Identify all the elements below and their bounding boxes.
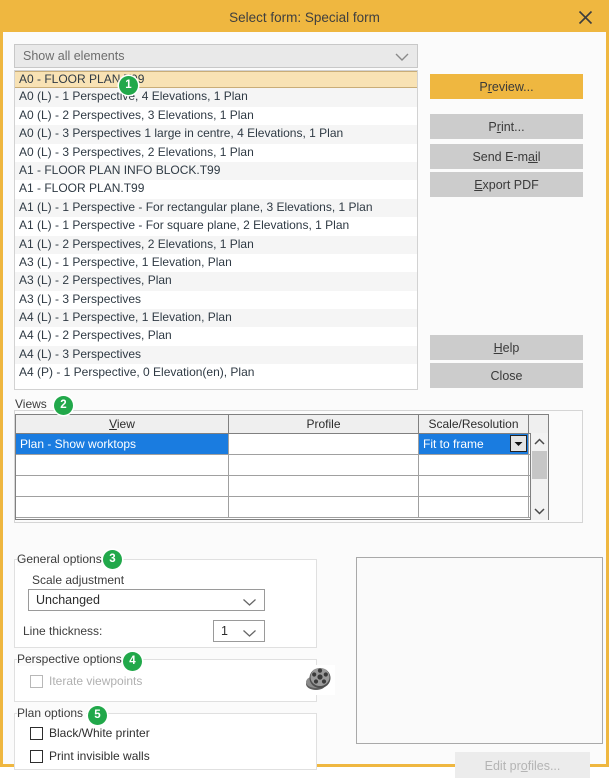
form-list-item[interactable]: A0 (L) - 2 Perspectives, 3 Elevations, 1… (15, 106, 417, 126)
scale-adjustment-dropdown[interactable]: Unchanged (28, 589, 265, 611)
checkbox-box (30, 749, 43, 763)
dialog-titlebar: Select form: Special form (3, 3, 606, 32)
form-list-item[interactable]: A3 (L) - 2 Perspectives, Plan (15, 272, 417, 291)
help-button[interactable]: Help (430, 335, 583, 360)
cell-view[interactable] (16, 476, 229, 496)
print-invisible-walls-checkbox[interactable]: Print invisible walls (30, 749, 150, 763)
scrollbar-thumb[interactable] (532, 451, 547, 479)
chevron-down-icon[interactable] (531, 503, 548, 520)
export-pdf-button[interactable]: Export PDF (430, 172, 583, 197)
edit-profiles-button: Edit profiles... (455, 752, 590, 778)
cell-view[interactable] (16, 455, 229, 475)
form-list-item[interactable]: A1 (L) - 1 Perspective - For square plan… (15, 217, 417, 236)
scale-adjustment-label: Scale adjustment (32, 573, 125, 587)
print-invisible-walls-label: Print invisible walls (49, 749, 150, 763)
views-table[interactable]: View Profile Scale/Resolution Plan - Sho… (15, 414, 549, 520)
preview-button[interactable]: Preview... (430, 74, 583, 99)
preview-pane (356, 557, 603, 744)
form-list-item[interactable]: A3 (L) - 3 Perspectives (15, 290, 417, 310)
form-list-item[interactable]: A1 - FLOOR PLAN.T99 (15, 180, 417, 199)
column-header-spacer (529, 415, 548, 433)
send-email-button[interactable]: Send E-mail (430, 144, 583, 169)
scale-adjustment-value: Unchanged (36, 593, 100, 607)
annotation-badge-3: 3 (103, 550, 122, 569)
views-group-label: Views (15, 397, 47, 411)
form-list-item[interactable]: A1 - FLOOR PLAN INFO BLOCK.T99 (15, 161, 417, 181)
general-options-title: General options (17, 552, 105, 566)
annotation-badge-5: 5 (88, 706, 107, 725)
cell-scale[interactable] (419, 476, 529, 496)
form-list-item[interactable]: A0 (L) - 3 Perspectives, 2 Elevations, 1… (15, 143, 417, 162)
form-list-item[interactable]: A1 (L) - 1 Perspective - For rectangular… (15, 198, 417, 218)
cell-scale[interactable] (419, 455, 529, 475)
checkbox-box (30, 674, 43, 688)
chevron-up-icon[interactable] (531, 433, 548, 450)
column-header-profile[interactable]: Profile (229, 415, 419, 433)
line-thickness-dropdown[interactable]: 1 (213, 620, 265, 642)
form-list-item[interactable]: A0 (L) - 1 Perspective, 4 Elevations, 1 … (15, 88, 417, 107)
cell-profile[interactable] (229, 476, 419, 496)
print-button[interactable]: Print... (430, 114, 583, 139)
views-table-scrollbar[interactable] (530, 433, 548, 520)
cell-view[interactable] (16, 497, 229, 517)
form-list-item[interactable]: A0 - FLOOR PLAN.T99 (15, 71, 417, 89)
views-table-row[interactable] (16, 497, 548, 518)
views-table-row[interactable] (16, 455, 548, 476)
cell-scale[interactable] (419, 497, 529, 517)
iterate-viewpoints-label: Iterate viewpoints (49, 674, 143, 688)
checkbox-box (30, 726, 43, 740)
form-list-item[interactable]: A4 (L) - 2 Perspectives, Plan (15, 327, 417, 346)
annotation-badge-1: 1 (119, 76, 138, 95)
iterate-viewpoints-checkbox: Iterate viewpoints (30, 674, 142, 688)
form-list-item[interactable]: A3 (L) - 1 Perspective, 1 Elevation, Pla… (15, 253, 417, 273)
column-header-scale[interactable]: Scale/Resolution (419, 415, 529, 433)
views-table-row[interactable] (16, 476, 548, 497)
views-table-row[interactable]: Plan - Show worktops Fit to frame (16, 434, 548, 455)
cell-scale[interactable]: Fit to frame (419, 434, 529, 454)
chevron-down-icon (242, 596, 257, 610)
select-form-dialog: Select form: Special form Show all eleme… (0, 0, 609, 778)
black-white-printer-label: Black/White printer (49, 726, 150, 740)
close-button[interactable]: Close (430, 363, 583, 388)
black-white-printer-checkbox[interactable]: Black/White printer (30, 726, 150, 740)
annotation-badge-4: 4 (123, 652, 142, 671)
plan-options-title: Plan options (17, 706, 87, 720)
perspective-options-title: Perspective options (17, 652, 125, 666)
chevron-down-icon (394, 51, 410, 65)
annotation-badge-2: 2 (54, 396, 73, 415)
views-table-body: Plan - Show worktops Fit to frame (16, 434, 548, 518)
film-reel-icon (303, 665, 335, 695)
line-thickness-label: Line thickness: (23, 624, 103, 638)
cell-profile[interactable] (229, 434, 419, 454)
form-list[interactable]: A0 - FLOOR PLAN.T99 A0 (L) - 1 Perspectiv… (14, 70, 418, 390)
form-list-item[interactable]: A4 (L) - 1 Perspective, 1 Elevation, Pla… (15, 309, 417, 328)
form-list-item[interactable]: A4 (L) - 3 Perspectives (15, 345, 417, 365)
views-table-header: View Profile Scale/Resolution (16, 415, 548, 434)
form-list-item[interactable]: A4 (P) - 1 Perspective, 0 Elevation(en),… (15, 364, 417, 383)
caret-down-icon[interactable] (510, 435, 527, 452)
chevron-down-icon (242, 627, 257, 641)
filter-dropdown-value: Show all elements (23, 49, 125, 63)
dialog-content: Show all elements A0 - FLOOR PLAN.T99 A0 … (3, 32, 606, 778)
cell-view[interactable]: Plan - Show worktops (16, 434, 229, 454)
filter-dropdown[interactable]: Show all elements (14, 44, 418, 68)
close-icon[interactable] (568, 3, 602, 32)
line-thickness-value: 1 (221, 624, 228, 638)
form-list-item[interactable]: A0 (L) - 3 Perspectives 1 large in centr… (15, 125, 417, 144)
cell-profile[interactable] (229, 497, 419, 517)
dialog-title: Select form: Special form (229, 10, 380, 25)
form-list-item[interactable]: A1 (L) - 2 Perspectives, 2 Elevations, 1… (15, 235, 417, 254)
column-header-view[interactable]: View (16, 415, 229, 433)
cell-profile[interactable] (229, 455, 419, 475)
